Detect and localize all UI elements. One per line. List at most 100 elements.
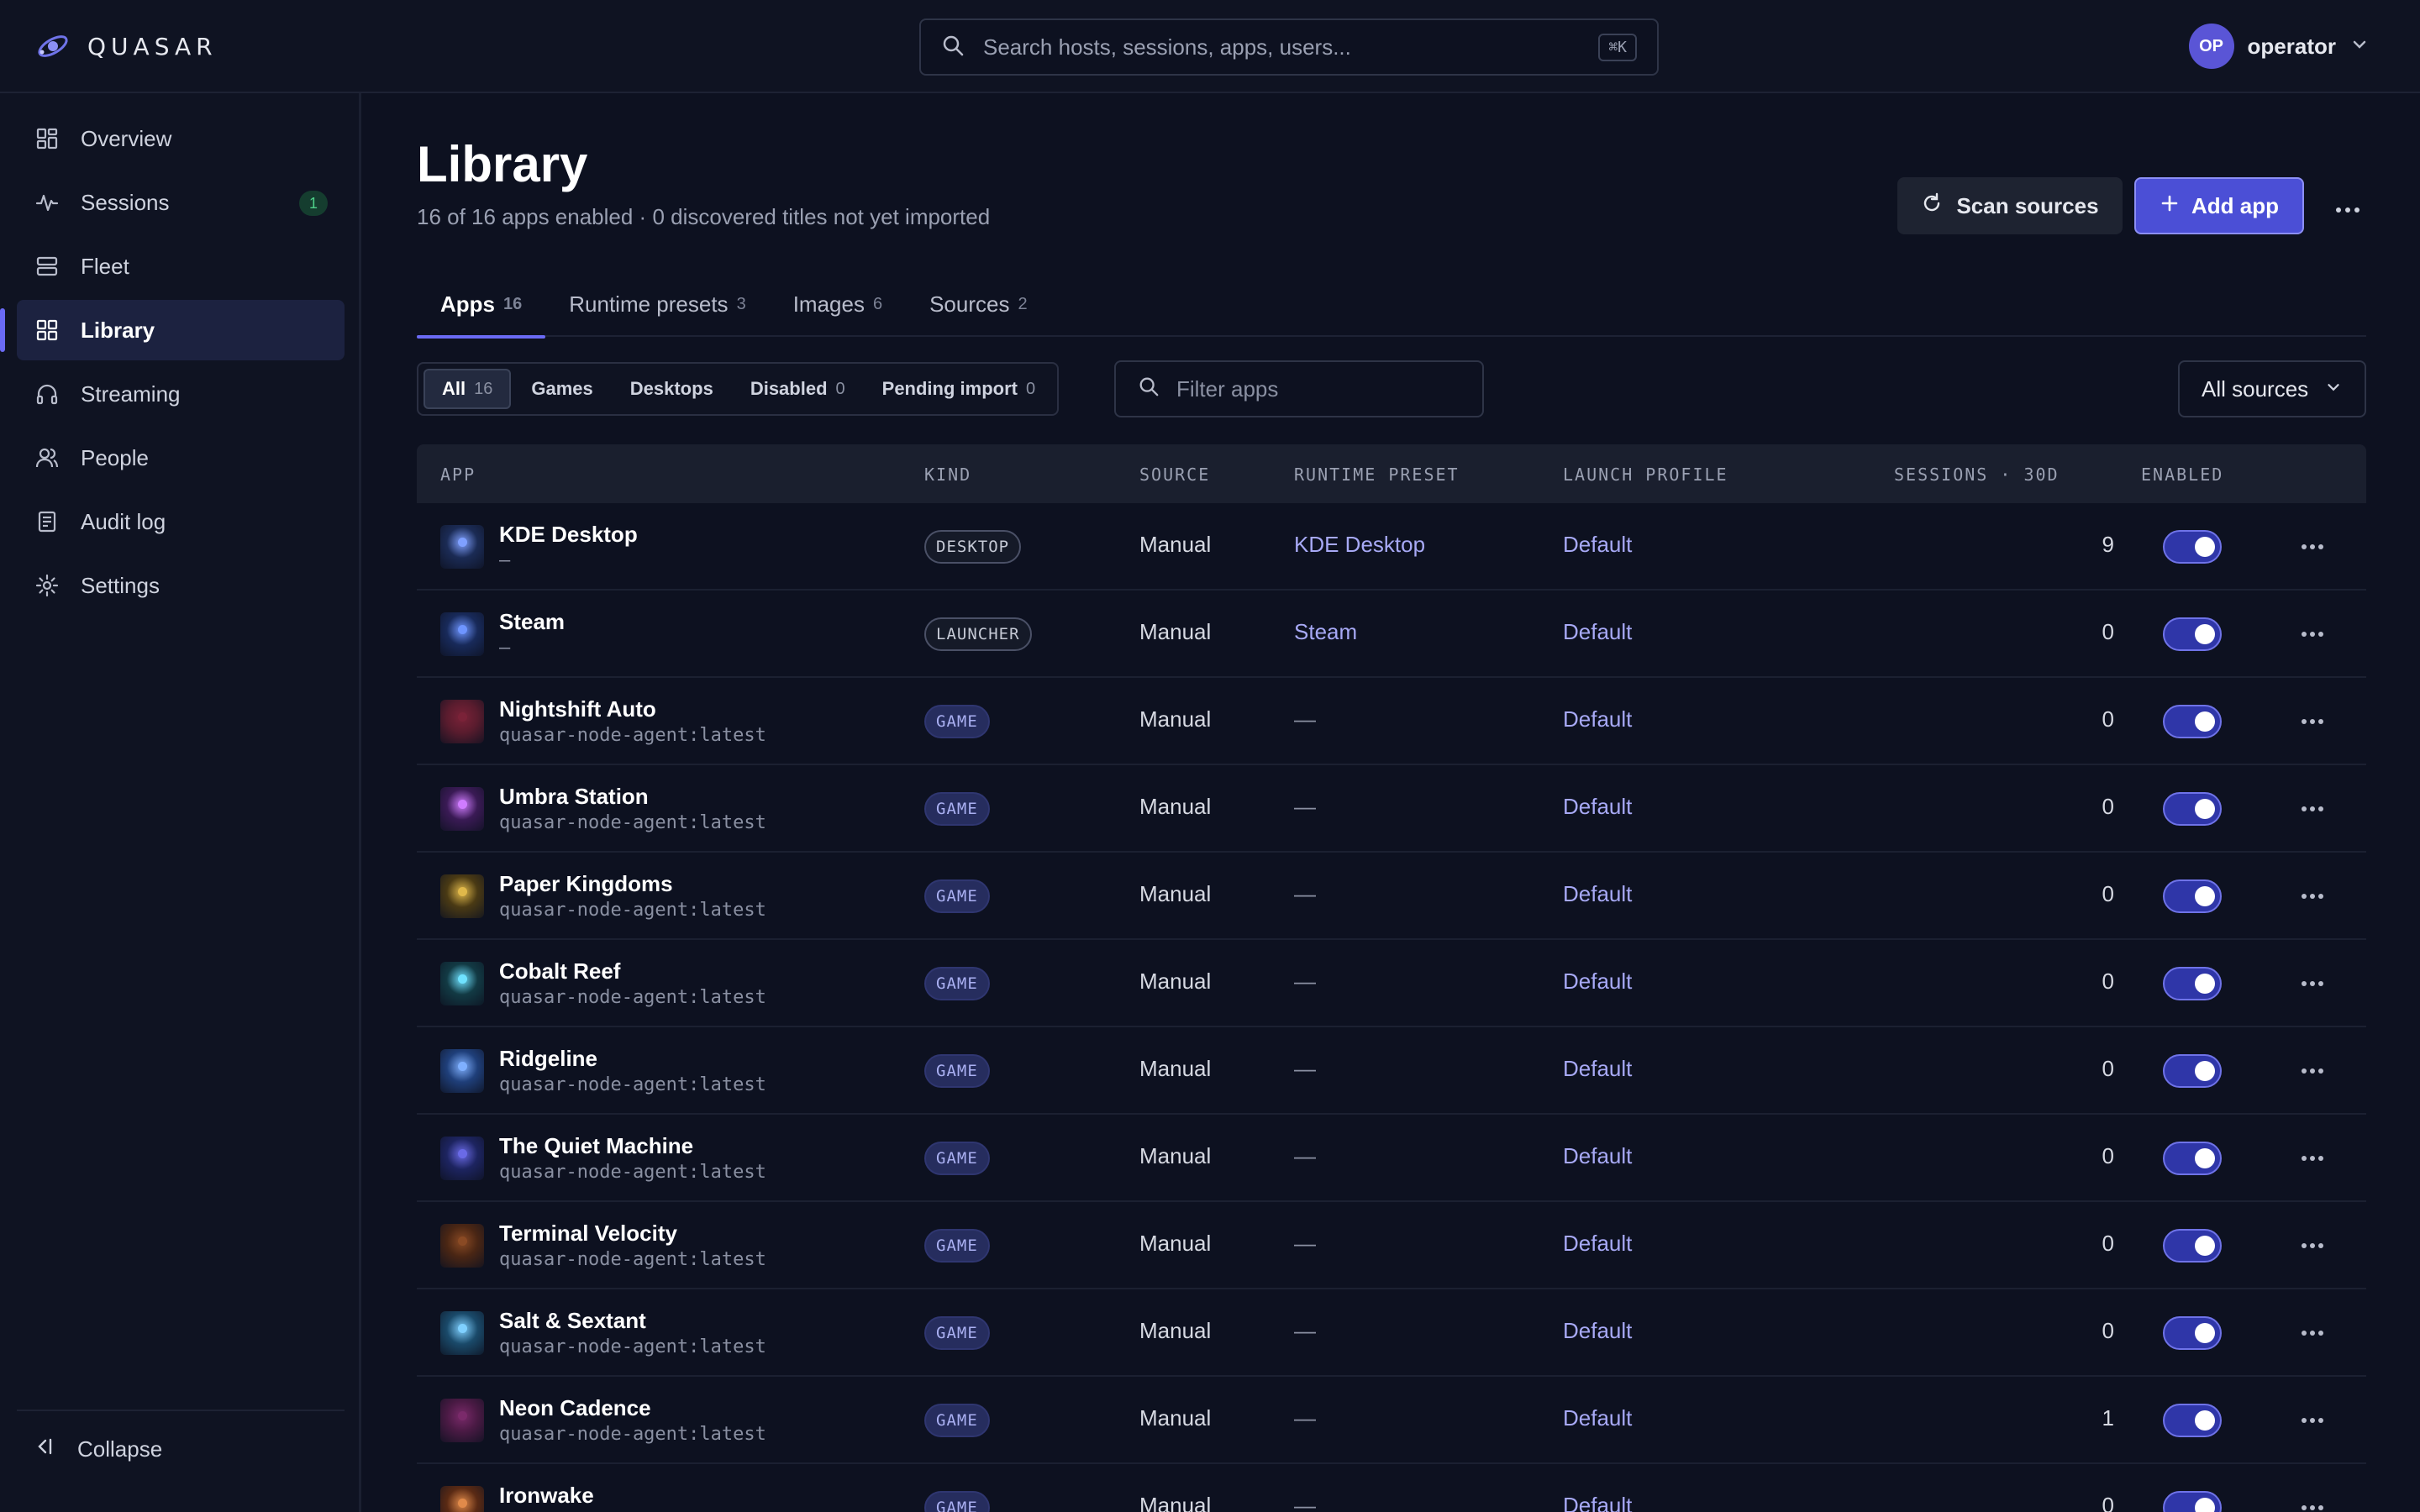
app-name[interactable]: Nightshift Auto bbox=[499, 696, 656, 722]
enabled-toggle[interactable] bbox=[2163, 1142, 2222, 1175]
runtime-preset[interactable]: Steam bbox=[1294, 619, 1357, 645]
table-row[interactable]: Nightshift Auto quasar-node-agent:latest G… bbox=[417, 678, 2366, 765]
runtime-preset[interactable]: KDE Desktop bbox=[1294, 532, 1425, 558]
launch-profile-link[interactable]: Default bbox=[1563, 794, 1632, 820]
sidebar-item-library[interactable]: Library bbox=[0, 300, 345, 360]
enabled-toggle[interactable] bbox=[2163, 792, 2222, 826]
app-name[interactable]: Neon Cadence bbox=[499, 1395, 651, 1421]
launch-profile-link[interactable]: Default bbox=[1563, 1056, 1632, 1082]
user-menu[interactable]: OP operator bbox=[2188, 24, 2370, 69]
launch-profile-link[interactable]: Default bbox=[1563, 1318, 1632, 1344]
sources-select[interactable]: All sources bbox=[2178, 360, 2366, 417]
sidebar-item-overview[interactable]: Overview bbox=[17, 108, 345, 169]
tab-apps[interactable]: Apps 16 bbox=[417, 278, 546, 339]
launch-profile-link[interactable]: Default bbox=[1563, 619, 1632, 645]
enabled-toggle[interactable] bbox=[2163, 705, 2222, 738]
row-more-button[interactable] bbox=[2296, 1143, 2329, 1173]
column-header-app[interactable]: APP bbox=[440, 465, 476, 485]
launch-profile-link[interactable]: Default bbox=[1563, 1493, 1632, 1512]
enabled-toggle[interactable] bbox=[2163, 1491, 2222, 1512]
sidebar-item-fleet[interactable]: Fleet bbox=[17, 236, 345, 297]
row-more-button[interactable] bbox=[2296, 969, 2329, 999]
row-more-button[interactable] bbox=[2296, 1318, 2329, 1348]
tab-images[interactable]: Images 6 bbox=[770, 278, 906, 337]
segment-count: 0 bbox=[835, 379, 845, 398]
sidebar-item-settings[interactable]: Settings bbox=[17, 555, 345, 616]
launch-profile-link[interactable]: Default bbox=[1563, 532, 1632, 558]
table-row[interactable]: Ironwakequasar-node-agent:latestGAMEManu… bbox=[417, 1464, 2366, 1512]
collapse-sidebar-button[interactable]: Collapse bbox=[34, 1436, 162, 1463]
table-row[interactable]: Salt & Sextant quasar-node-agent:latest GA… bbox=[417, 1289, 2366, 1377]
row-more-button[interactable] bbox=[2296, 532, 2329, 562]
table-row[interactable]: Steam — LAUNCHER Manual Steam Default 0 bbox=[417, 591, 2366, 678]
global-search[interactable]: Search hosts, sessions, apps, users... ⌘… bbox=[919, 18, 1659, 76]
sidebar-item-people[interactable]: People bbox=[17, 428, 345, 488]
segment-pending-import[interactable]: Pending import 0 bbox=[865, 369, 1052, 409]
launch-profile-link[interactable]: Default bbox=[1563, 706, 1632, 732]
search-input[interactable]: Search hosts, sessions, apps, users... bbox=[983, 34, 1598, 60]
column-header-kind[interactable]: KIND bbox=[924, 465, 971, 485]
app-name[interactable]: Terminal Velocity bbox=[499, 1221, 677, 1247]
app-name[interactable]: Ironwake bbox=[499, 1483, 594, 1509]
table-row[interactable]: Neon Cadence quasar-node-agent:latest GAME… bbox=[417, 1377, 2366, 1464]
app-name[interactable]: Paper Kingdoms bbox=[499, 871, 673, 897]
launch-profile-link[interactable]: Default bbox=[1563, 1231, 1632, 1257]
row-more-button[interactable] bbox=[2296, 706, 2329, 737]
page-more-button[interactable] bbox=[2324, 182, 2371, 229]
segment-all[interactable]: All 16 bbox=[424, 369, 512, 409]
enabled-toggle[interactable] bbox=[2163, 1404, 2222, 1437]
app-name[interactable]: KDE Desktop bbox=[499, 522, 638, 548]
launch-profile-link[interactable]: Default bbox=[1563, 1405, 1632, 1431]
column-header-runtime-preset[interactable]: RUNTIME PRESET bbox=[1294, 465, 1460, 485]
search-icon bbox=[1138, 375, 1160, 403]
app-name[interactable]: Umbra Station bbox=[499, 784, 649, 810]
app-name[interactable]: Steam bbox=[499, 609, 565, 635]
launch-profile-link[interactable]: Default bbox=[1563, 1143, 1632, 1169]
launch-profile-link[interactable]: Default bbox=[1563, 969, 1632, 995]
column-header-sessions[interactable]: SESSIONS · 30D bbox=[1894, 465, 2060, 485]
table-row[interactable]: KDE Desktop — DESKTOP Manual KDE Desktop Defa… bbox=[417, 503, 2366, 591]
segment-games[interactable]: Games bbox=[514, 369, 609, 409]
table-row[interactable]: Cobalt Reef quasar-node-agent:latest GAME M… bbox=[417, 940, 2366, 1027]
table-row[interactable]: Ridgeline quasar-node-agent:latest GAME Man… bbox=[417, 1027, 2366, 1115]
add-app-button[interactable]: Add app bbox=[2134, 177, 2304, 234]
launch-profile-link[interactable]: Default bbox=[1563, 881, 1632, 907]
segment-desktops[interactable]: Desktops bbox=[613, 369, 730, 409]
sidebar-item-audit-log[interactable]: Audit log bbox=[17, 491, 345, 552]
table-row[interactable]: Paper Kingdoms quasar-node-agent:latest GA… bbox=[417, 853, 2366, 940]
app-thumbnail bbox=[440, 1399, 484, 1442]
row-more-button[interactable] bbox=[2296, 881, 2329, 911]
tab-sources[interactable]: Sources 2 bbox=[906, 278, 1051, 337]
enabled-toggle[interactable] bbox=[2163, 530, 2222, 564]
sidebar-item-streaming[interactable]: Streaming bbox=[17, 364, 345, 424]
enabled-toggle[interactable] bbox=[2163, 1229, 2222, 1263]
app-name[interactable]: Ridgeline bbox=[499, 1046, 597, 1072]
table-row[interactable]: Terminal Velocity quasar-node-agent:lates… bbox=[417, 1202, 2366, 1289]
enabled-toggle[interactable] bbox=[2163, 1054, 2222, 1088]
column-header-launch-profile[interactable]: LAUNCH PROFILE bbox=[1563, 465, 1728, 485]
row-more-button[interactable] bbox=[2296, 1493, 2329, 1512]
app-name[interactable]: The Quiet Machine bbox=[499, 1133, 693, 1159]
row-more-button[interactable] bbox=[2296, 1405, 2329, 1436]
segment-disabled[interactable]: Disabled 0 bbox=[734, 369, 862, 409]
enabled-toggle[interactable] bbox=[2163, 617, 2222, 651]
row-more-button[interactable] bbox=[2296, 1056, 2329, 1086]
row-more-button[interactable] bbox=[2296, 619, 2329, 649]
app-name[interactable]: Cobalt Reef bbox=[499, 958, 620, 984]
enabled-toggle[interactable] bbox=[2163, 1316, 2222, 1350]
scan-sources-button[interactable]: Scan sources bbox=[1897, 177, 2123, 234]
sidebar-item-sessions[interactable]: Sessions 1 bbox=[17, 172, 345, 233]
brand-logo[interactable]: QUASAR bbox=[35, 29, 218, 64]
filter-apps-input[interactable]: Filter apps bbox=[1114, 360, 1484, 417]
table-row[interactable]: The Quiet Machine quasar-node-agent:lates… bbox=[417, 1115, 2366, 1202]
tab-runtime-presets[interactable]: Runtime presets 3 bbox=[545, 278, 769, 337]
enabled-toggle[interactable] bbox=[2163, 879, 2222, 913]
table-row[interactable]: Umbra Station quasar-node-agent:latest GAM… bbox=[417, 765, 2366, 853]
row-more-button[interactable] bbox=[2296, 1231, 2329, 1261]
app-name[interactable]: Salt & Sextant bbox=[499, 1308, 646, 1334]
enabled-toggle[interactable] bbox=[2163, 967, 2222, 1000]
column-header-enabled[interactable]: ENABLED bbox=[2141, 465, 2223, 485]
server-icon bbox=[34, 253, 60, 280]
column-header-source[interactable]: SOURCE bbox=[1139, 465, 1210, 485]
row-more-button[interactable] bbox=[2296, 794, 2329, 824]
